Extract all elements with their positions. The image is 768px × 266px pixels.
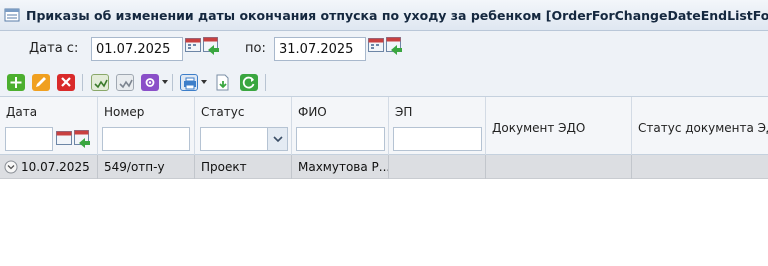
date-to-label: по:	[245, 41, 266, 56]
date-to-clear-icon[interactable]	[386, 37, 402, 55]
add-icon[interactable]	[7, 74, 25, 91]
settings-icon[interactable]	[141, 74, 159, 91]
column-date: Дата	[0, 97, 98, 155]
date-from-field[interactable]: 01.07.2025	[91, 37, 183, 61]
verify-signature-icon[interactable]	[116, 74, 134, 91]
column-header-date[interactable]: Дата	[6, 105, 37, 119]
edit-icon[interactable]	[32, 74, 50, 91]
sign-icon[interactable]	[91, 74, 109, 91]
grid-empty-area	[0, 180, 768, 266]
export-icon[interactable]	[214, 74, 232, 91]
cell-edo-status	[632, 155, 768, 179]
column-header-edo-document[interactable]: Документ ЭДО	[492, 121, 585, 135]
table-row[interactable]: 10.07.2025 549/отп-у Проект Махмутова Р.…	[0, 155, 768, 179]
window-title-bar: Приказы об изменении даты окончания отпу…	[0, 0, 768, 31]
toolbar-separator	[265, 74, 266, 91]
date-from-clear-icon[interactable]	[203, 37, 219, 55]
date-filter-clear-icon[interactable]	[74, 130, 90, 148]
window-title: Приказы об изменении даты окончания отпу…	[26, 7, 768, 23]
toolbar-separator	[172, 74, 173, 91]
column-edo-status: Статус документа ЭДО	[632, 97, 768, 155]
cell-fio: Махмутова Р...	[292, 155, 389, 179]
cell-status: Проект	[195, 155, 292, 179]
date-to-calendar-icon[interactable]	[368, 37, 384, 53]
date-filter-bar: Дата с: 01.07.2025 по: 31.07.2025	[0, 31, 768, 67]
cell-ep	[389, 155, 486, 179]
date-to-field[interactable]: 31.07.2025	[274, 37, 366, 61]
date-filter-input[interactable]	[5, 127, 53, 151]
date-from-calendar-icon[interactable]	[185, 37, 201, 53]
column-status: Статус	[195, 97, 292, 155]
status-filter-select[interactable]	[200, 127, 288, 151]
cell-number: 549/отп-у	[98, 155, 195, 179]
column-header-fio[interactable]: ФИО	[298, 105, 327, 119]
fio-filter-input[interactable]	[296, 127, 385, 151]
refresh-icon[interactable]	[240, 74, 258, 91]
column-number: Номер	[98, 97, 195, 155]
toolbar-separator	[82, 74, 83, 91]
column-edo-document: Документ ЭДО	[486, 97, 632, 155]
cell-edo-document	[486, 155, 632, 179]
column-ep: ЭП	[389, 97, 486, 155]
print-icon[interactable]	[180, 74, 198, 91]
column-header-ep[interactable]: ЭП	[395, 105, 412, 119]
grid-header: Дата Номер Статус ФИО ЭП Документ ЭДО Ст…	[0, 97, 768, 155]
delete-icon[interactable]	[57, 74, 75, 91]
date-from-label: Дата с:	[29, 41, 79, 56]
chevron-down-icon[interactable]	[267, 128, 287, 150]
print-dropdown-icon[interactable]	[201, 80, 207, 84]
toolbar	[0, 67, 768, 97]
column-header-status[interactable]: Статус	[201, 105, 244, 119]
date-filter-calendar-icon[interactable]	[56, 130, 72, 146]
number-filter-input[interactable]	[102, 127, 190, 151]
row-expand-icon[interactable]	[4, 160, 18, 174]
list-window-icon	[4, 7, 20, 23]
column-header-edo-status[interactable]: Статус документа ЭДО	[638, 121, 768, 135]
ep-filter-input[interactable]	[393, 127, 482, 151]
column-fio: ФИО	[292, 97, 389, 155]
settings-dropdown-icon[interactable]	[162, 80, 168, 84]
cell-date: 10.07.2025	[0, 155, 98, 179]
row-date-value: 10.07.2025	[21, 160, 90, 174]
column-header-number[interactable]: Номер	[104, 105, 144, 119]
